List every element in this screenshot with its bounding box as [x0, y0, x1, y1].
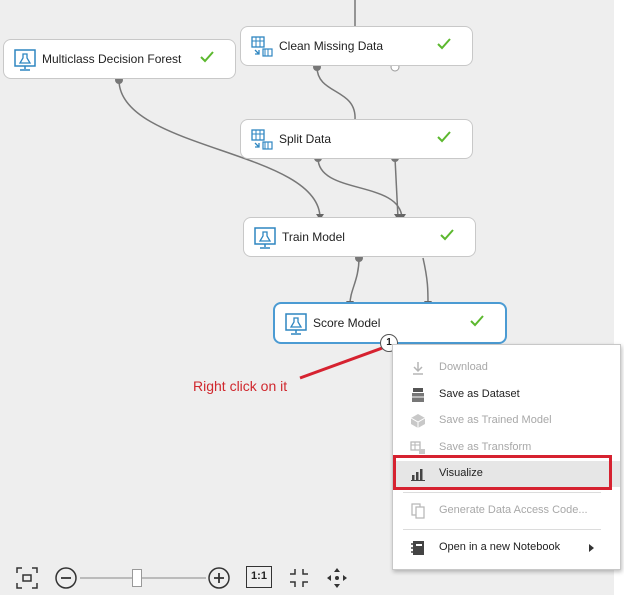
- wire-split-to-train-b: [394, 157, 399, 219]
- actual-size-button[interactable]: 1:1: [246, 566, 272, 588]
- zoom-out-icon[interactable]: [54, 566, 78, 590]
- menu-item-label: Generate Data Access Code...: [439, 504, 588, 516]
- checkmark-icon: [437, 131, 451, 143]
- menu-item-label: Save as Dataset: [439, 388, 520, 400]
- module-label: Clean Missing Data: [279, 39, 384, 53]
- menu-item-label: Save as Trained Model: [439, 414, 552, 426]
- download-icon: [413, 362, 423, 375]
- zoom-in-icon[interactable]: [207, 566, 231, 590]
- module-label: Split Data: [279, 132, 332, 146]
- module-train-model[interactable]: Train Model: [243, 217, 476, 257]
- table-transform-icon: [251, 36, 273, 57]
- flask-icon: [285, 313, 307, 335]
- module-label: Train Model: [282, 230, 345, 244]
- zoom-toolbar: 1:1: [0, 560, 360, 595]
- checkmark-icon: [437, 38, 451, 50]
- menu-item-save-as-dataset[interactable]: Save as Dataset: [393, 382, 620, 408]
- trained-model-icon: [410, 414, 426, 428]
- module-label: Multiclass Decision Forest: [42, 52, 182, 66]
- notebook-icon: [411, 541, 424, 555]
- wire-split-data-to-score: [422, 257, 429, 305]
- highlight-box: [393, 455, 612, 490]
- menu-separator: [403, 529, 601, 530]
- table-transform-icon: [251, 129, 273, 150]
- wire-train-to-score: [349, 257, 360, 305]
- submenu-arrow-icon: [589, 544, 594, 552]
- code-icon: [411, 503, 425, 519]
- checkmark-icon: [470, 315, 484, 327]
- annotation-arrow: [299, 345, 386, 380]
- annotation-text: Right click on it: [193, 378, 288, 394]
- flask-icon: [254, 227, 276, 249]
- checkmark-icon: [440, 229, 454, 241]
- module-label: Score Model: [313, 316, 381, 330]
- menu-separator: [403, 492, 601, 493]
- transform-icon: [410, 441, 425, 454]
- wire-clean-to-split: [316, 66, 356, 121]
- menu-item-label: Open in a new Notebook: [439, 541, 561, 553]
- checkmark-icon: [200, 51, 214, 63]
- flask-icon: [14, 49, 36, 71]
- menu-item-save-as-trained-model[interactable]: Save as Trained Model: [393, 408, 620, 434]
- dataset-icon: [412, 388, 424, 402]
- zoom-slider-thumb[interactable]: [132, 569, 143, 587]
- pan-icon[interactable]: [325, 566, 349, 590]
- wire-split-to-train-a: [317, 157, 403, 219]
- module-multiclass-decision-forest[interactable]: Multiclass Decision Forest: [3, 39, 236, 79]
- zoom-slider-track[interactable]: [80, 577, 206, 579]
- module-split-data[interactable]: Split Data: [240, 119, 473, 159]
- menu-item-download[interactable]: Download: [393, 355, 620, 381]
- menu-item-label: Save as Transform: [439, 441, 532, 453]
- fit-to-screen-icon[interactable]: [15, 566, 39, 590]
- fit-selection-icon[interactable]: [287, 566, 311, 590]
- menu-item-open-in-notebook[interactable]: Open in a new Notebook: [393, 535, 620, 561]
- menu-item-label: Download: [439, 361, 488, 373]
- module-clean-missing-data[interactable]: Clean Missing Data: [240, 26, 473, 66]
- menu-item-generate-data-access-code[interactable]: Generate Data Access Code...: [393, 498, 620, 524]
